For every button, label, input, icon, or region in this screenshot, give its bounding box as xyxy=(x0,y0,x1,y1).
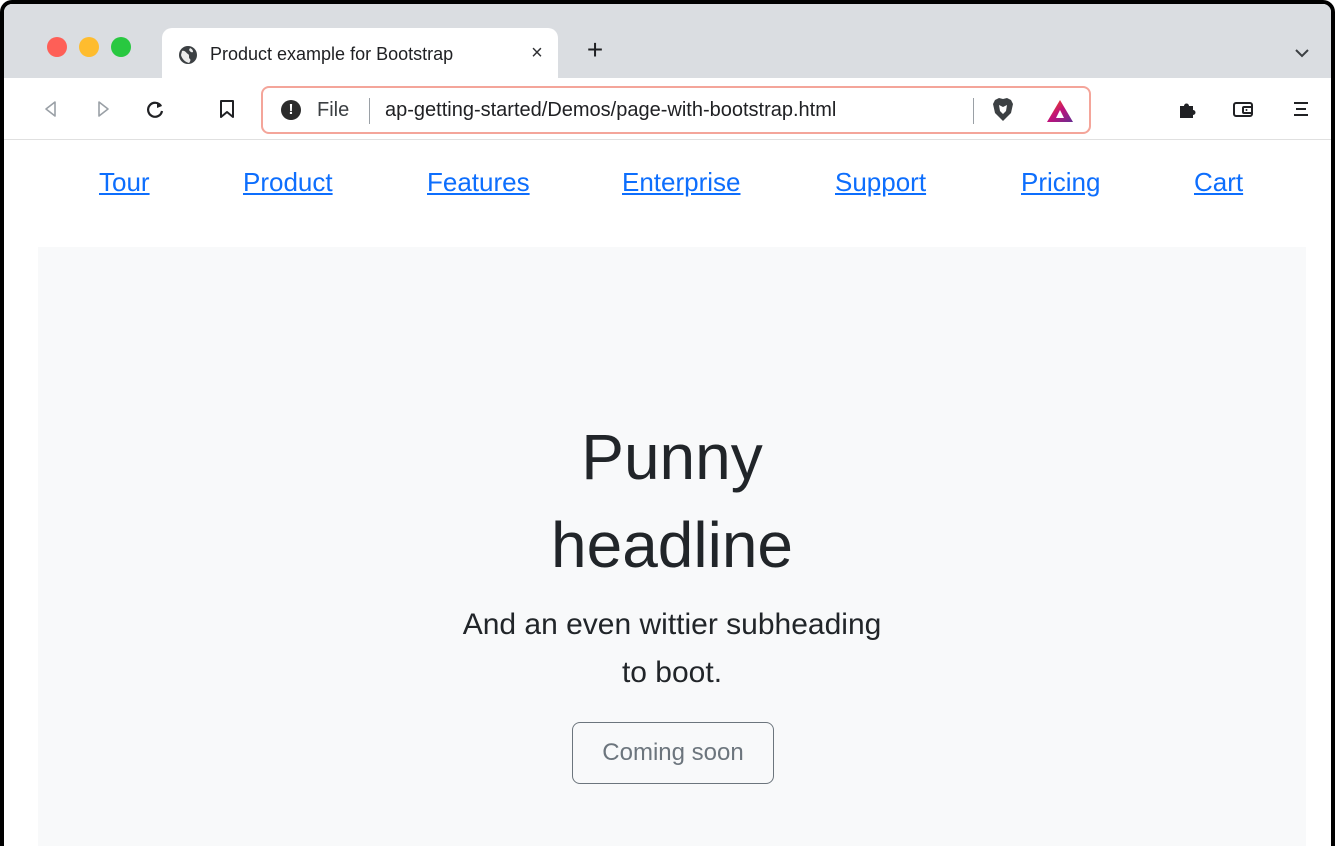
new-tab-button[interactable]: + xyxy=(582,36,608,64)
web-page: Tour Product Features Enterprise Support… xyxy=(4,141,1331,846)
close-tab-button[interactable]: × xyxy=(526,42,548,64)
brave-shield-icon[interactable] xyxy=(991,97,1015,123)
puzzle-icon[interactable] xyxy=(1177,98,1199,120)
hero-subheading-line1: And an even wittier subheading xyxy=(462,608,882,641)
back-icon[interactable] xyxy=(40,98,62,120)
hero-subheading: And an even wittier subheading to boot. xyxy=(38,601,1306,697)
coming-soon-button[interactable]: Coming soon xyxy=(572,722,774,784)
nav-link-pricing[interactable]: Pricing xyxy=(1021,167,1100,198)
chevron-down-icon[interactable] xyxy=(1292,46,1312,62)
globe-icon xyxy=(179,46,197,64)
tab-active[interactable]: Product example for Bootstrap × xyxy=(162,28,558,80)
minimize-window-button[interactable] xyxy=(79,37,99,57)
nav-link-tour[interactable]: Tour xyxy=(99,167,150,198)
nav-link-support[interactable]: Support xyxy=(835,167,926,198)
tab-strip: Product example for Bootstrap × + xyxy=(4,4,1331,80)
menu-icon[interactable] xyxy=(1290,98,1312,120)
address-bar[interactable]: ! File ap-getting-started/Demos/page-wit… xyxy=(261,86,1091,134)
omnibox-divider xyxy=(973,98,974,124)
info-icon[interactable]: ! xyxy=(281,100,301,120)
browser-toolbar: ! File ap-getting-started/Demos/page-wit… xyxy=(4,78,1331,140)
nav-link-enterprise[interactable]: Enterprise xyxy=(622,167,741,198)
nav-link-features[interactable]: Features xyxy=(427,167,530,198)
nav-link-cart[interactable]: Cart xyxy=(1194,167,1243,198)
forward-icon[interactable] xyxy=(92,98,114,120)
site-nav: Tour Product Features Enterprise Support… xyxy=(4,141,1331,231)
wallet-icon[interactable] xyxy=(1232,98,1254,120)
url-text[interactable]: ap-getting-started/Demos/page-with-boots… xyxy=(385,99,836,122)
close-window-button[interactable] xyxy=(47,37,67,57)
browser-window: Product example for Bootstrap × + ! File… xyxy=(0,0,1335,846)
hero-section: Punny headline And an even wittier subhe… xyxy=(38,247,1306,846)
omnibox-divider xyxy=(369,98,370,124)
reload-icon[interactable] xyxy=(144,98,166,120)
tab-title: Product example for Bootstrap xyxy=(210,44,454,64)
hero-headline: Punny headline xyxy=(38,413,1306,589)
hero-subheading-line2: to boot. xyxy=(621,656,723,689)
brave-rewards-icon[interactable] xyxy=(1045,98,1075,124)
hero-headline-line1: Punny xyxy=(581,421,763,493)
hero-headline-line2: headline xyxy=(551,509,793,581)
nav-link-product[interactable]: Product xyxy=(243,167,333,198)
maximize-window-button[interactable] xyxy=(111,37,131,57)
bookmark-icon[interactable] xyxy=(216,98,238,120)
scheme-label: File xyxy=(317,99,350,121)
